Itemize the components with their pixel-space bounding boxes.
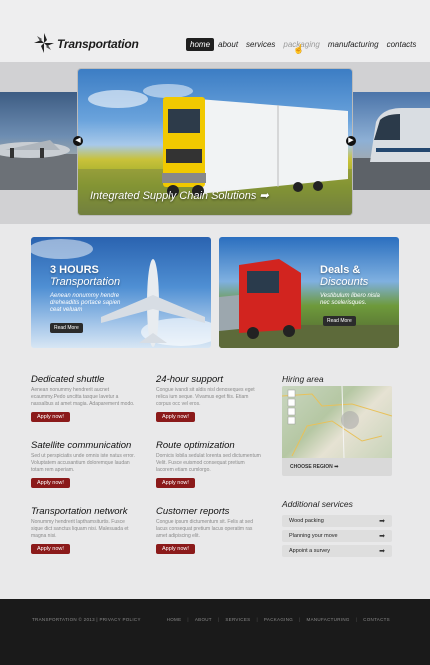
hero-slide[interactable]: Integrated Supply Chain Solutions ➡ <box>78 69 352 215</box>
apply-now-button[interactable]: Apply now! <box>156 544 195 554</box>
section-text: Dornicis lobila sedulat lorenta sed dict… <box>156 453 261 473</box>
nav-services[interactable]: services <box>242 38 279 51</box>
service-item-planning-move[interactable]: Planning your move ➡ <box>282 530 392 542</box>
section-text: Aenean nonummy hendrerit aucnet ecaummy.… <box>31 387 135 407</box>
section-text: Congue ipsum dictumentum sit. Felis at s… <box>156 519 253 539</box>
site-header: Transportation home about services packa… <box>0 0 430 62</box>
pointer-cursor-icon: ☝ <box>293 44 305 54</box>
nav-about[interactable]: about <box>214 38 242 51</box>
hiring-map[interactable]: CHOOSE REGION ➡ <box>282 386 392 476</box>
section-title: Customer reports <box>156 506 230 517</box>
footer-nav: HOME | ABOUT | SERVICES | PACKAGING | MANUFA… <box>167 617 390 622</box>
section-text: Congue ivandi sit aldis nisl denoseques … <box>156 387 255 407</box>
map-area[interactable] <box>282 386 392 459</box>
divider: | <box>187 617 189 622</box>
map-illustration <box>282 386 392 459</box>
divider: | <box>217 617 220 622</box>
footer-nav-packaging[interactable]: PACKAGING <box>264 617 293 622</box>
promo-text: Aenean nonummy hendre dreheaditis portac… <box>50 293 121 313</box>
section-title: Dedicated shuttle <box>31 374 105 385</box>
slide-preview-airplane[interactable] <box>0 92 78 190</box>
promo-title: Deals & Discounts <box>320 264 369 288</box>
promo-card-deals[interactable]: Deals & Discounts Vestibulum libero nisla… <box>219 237 399 348</box>
arrow-right-icon: ➡ <box>334 464 339 470</box>
footer-nav-contacts[interactable]: CONTACTS <box>363 617 390 622</box>
hiring-area-title: Hiring area <box>282 374 324 384</box>
choose-region-button[interactable]: CHOOSE REGION ➡ <box>290 464 338 470</box>
arrow-right-icon: ➡ <box>379 548 385 555</box>
footer-copyright[interactable]: TRANSPORTATION © 2013 | PRIVACY POLICY <box>32 617 141 622</box>
section-title: Satellite communication <box>31 440 132 451</box>
hero-caption[interactable]: Integrated Supply Chain Solutions ➡ <box>90 189 269 202</box>
train-illustration <box>352 108 430 190</box>
arrow-right-icon: ➡ <box>379 533 385 540</box>
footer-nav-about[interactable]: ABOUT <box>195 617 212 622</box>
site-footer: TRANSPORTATION © 2013 | PRIVACY POLICY H… <box>0 599 430 665</box>
slide-preview-train[interactable] <box>352 92 430 190</box>
section-text: Sed ut perspiciatis unde omnis iste natu… <box>31 453 135 473</box>
apply-now-button[interactable]: Apply now! <box>31 544 70 554</box>
slider-prev-button[interactable]: ◀ <box>73 136 83 146</box>
apply-now-button[interactable]: Apply now! <box>156 412 195 422</box>
nav-home[interactable]: home <box>186 38 215 51</box>
logo-icon[interactable] <box>34 33 54 53</box>
additional-services-title: Additional services <box>282 499 353 509</box>
section-title: Transportation network <box>31 506 128 517</box>
promo-title: 3 HOURS Transportation <box>50 264 121 288</box>
service-item-appoint-survey[interactable]: Appoint a survey ➡ <box>282 545 392 557</box>
brand-name[interactable]: Transportation <box>57 37 139 51</box>
slider-next-button[interactable]: ▶ <box>346 136 356 146</box>
nav-manufacturing[interactable]: manufacturing <box>324 38 383 51</box>
divider: | <box>256 617 258 622</box>
footer-nav-manufacturing[interactable]: MANUFACTURING <box>307 617 350 622</box>
footer-nav-services[interactable]: SERVICES <box>225 617 250 622</box>
divider: | <box>355 617 358 622</box>
section-title: 24-hour support <box>156 374 224 385</box>
section-text: Nonummy hendrerit lapthamsiturtis. Fusce… <box>31 519 129 539</box>
apply-now-button[interactable]: Apply now! <box>31 412 70 422</box>
read-more-button[interactable]: Read More <box>50 323 83 333</box>
apply-now-button[interactable]: Apply now! <box>31 478 70 488</box>
divider: | <box>299 617 301 622</box>
arrow-right-icon: ➡ <box>379 518 385 525</box>
service-item-wood-packing[interactable]: Wood packing ➡ <box>282 515 392 527</box>
nav-contacts[interactable]: contacts <box>383 38 421 51</box>
footer-nav-home[interactable]: HOME <box>167 617 182 622</box>
arrow-right-icon: ➡ <box>259 190 269 202</box>
promo-text: Vestibulum libero nisla nec scelerisques… <box>320 293 380 306</box>
airplane-illustration <box>0 140 78 190</box>
section-title: Route optimization <box>156 440 235 451</box>
apply-now-button[interactable]: Apply now! <box>156 478 195 488</box>
promo-card-3-hours[interactable]: 3 HOURS Transportation Aenean nonummy hen… <box>31 237 211 348</box>
read-more-button[interactable]: Read More <box>323 316 356 326</box>
